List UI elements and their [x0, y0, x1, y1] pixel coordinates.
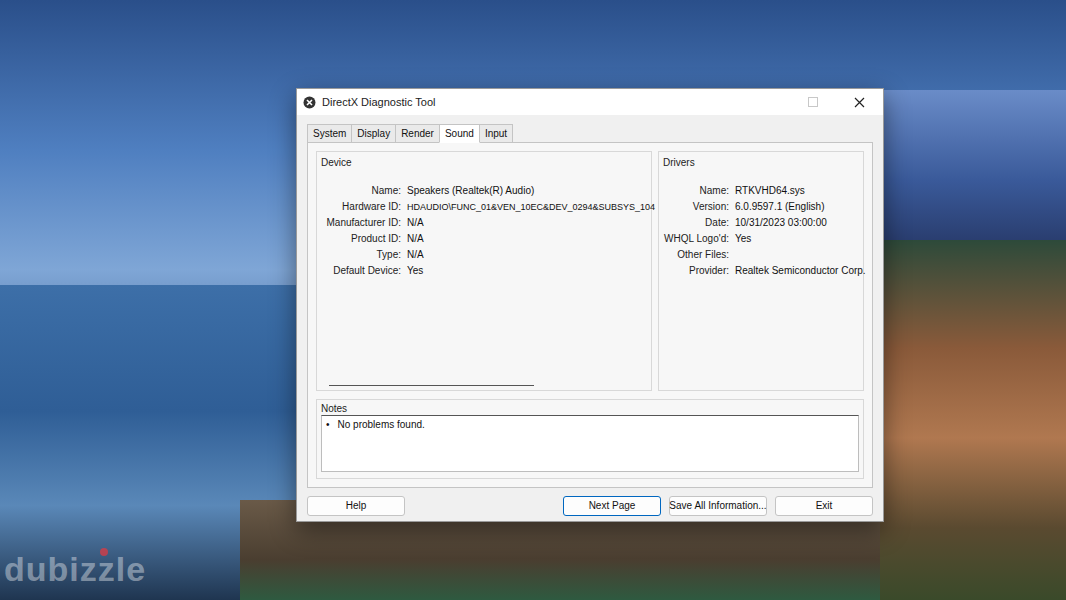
device-fields: Name:Speakers (Realtek(R) Audio)Hardware…	[321, 183, 647, 279]
help-button[interactable]: Help	[307, 496, 405, 516]
field-label: Version:	[663, 199, 729, 215]
wallpaper-town	[860, 240, 1066, 600]
field-value: 10/31/2023 03:00:00	[735, 215, 827, 231]
field-label: Manufacturer ID:	[321, 215, 401, 231]
field-value: N/A	[407, 215, 424, 231]
tab[interactable]: Input	[479, 124, 513, 143]
drivers-fields: Name: RTKVHD64.sys Version: 6.0.9597.1 (Eng…	[663, 183, 859, 279]
field-value: Speakers (Realtek(R) Audio)	[407, 183, 534, 199]
field-row: Default Device: Yes	[321, 263, 647, 279]
field-label: Date:	[663, 215, 729, 231]
field-label: Hardware ID:	[321, 199, 401, 215]
field-label: Name:	[321, 183, 401, 199]
field-label: Type:	[321, 247, 401, 263]
tab-panel: DeviceName:Speakers (Realtek(R) Audio)Ha…	[307, 142, 873, 488]
notes-group: Notes • No problems found.	[316, 399, 864, 479]
field-value: N/A	[407, 247, 424, 263]
tab[interactable]: System	[307, 124, 352, 143]
field-row: Version: 6.0.9597.1 (English)	[663, 199, 859, 215]
note-bullet: •	[326, 418, 330, 432]
field-value: Realtek Semiconductor Corp.	[735, 263, 866, 279]
group-title: Drivers	[663, 156, 859, 169]
dxdiag-window: DirectX Diagnostic Tool SystemDisplayRend…	[296, 88, 884, 522]
field-label: Other Files:	[663, 247, 729, 263]
action-buttons: Next Page Save All Information... Exit	[563, 496, 873, 516]
field-row: Provider:Realtek Semiconductor Corp.	[663, 263, 859, 279]
button-row: Help Next Page Save All Information... Exit	[307, 496, 873, 516]
note-item: • No problems found.	[326, 418, 854, 432]
title-bar: DirectX Diagnostic Tool	[297, 89, 883, 115]
note-text: No problems found.	[338, 418, 425, 432]
exit-button[interactable]: Exit	[775, 496, 873, 516]
device-group: DeviceName:Speakers (Realtek(R) Audio)Ha…	[316, 151, 652, 391]
field-value: Yes	[735, 231, 751, 247]
field-row: WHQL Logo'd: Yes	[663, 231, 859, 247]
field-value: N/A	[407, 231, 424, 247]
field-row: Product ID: N/A	[321, 231, 647, 247]
watermark-text: dubizzle	[4, 548, 146, 590]
drivers-group: Drivers Name: RTKVHD64.sys Version: 6.0.9597…	[658, 151, 864, 391]
field-label: Default Device:	[321, 263, 401, 279]
field-row: Name: RTKVHD64.sys	[663, 183, 859, 199]
field-label: Name:	[663, 183, 729, 199]
field-row: Type: N/A	[321, 247, 647, 263]
field-row: Name: Speakers (Realtek(R) Audio)	[321, 183, 647, 199]
group-title: Device	[321, 156, 647, 169]
directx-icon	[303, 96, 316, 109]
next-page-button[interactable]: Next Page	[563, 496, 661, 516]
field-label: WHQL Logo'd:	[663, 231, 729, 247]
info-groups: DeviceName:Speakers (Realtek(R) Audio)Ha…	[316, 151, 864, 391]
field-row: Date: 10/31/2023 03:00:00	[663, 215, 859, 231]
field-value: Yes	[407, 263, 423, 279]
field-row: Manufacturer ID: N/A	[321, 215, 647, 231]
field-value: HDAUDIO\FUNC_01&VEN_10EC&DEV_0294&SUBSYS…	[407, 199, 655, 215]
save-all-button[interactable]: Save All Information...	[669, 496, 767, 516]
tab-strip: SystemDisplayRenderSoundInput	[307, 125, 873, 143]
field-row: Other Files:	[663, 247, 859, 263]
tab[interactable]: Sound	[439, 124, 480, 143]
field-value: 6.0.9597.1 (English)	[735, 199, 825, 215]
field-label: Product ID:	[321, 231, 401, 247]
wallpaper-clouds	[860, 90, 1066, 240]
notes-box: • No problems found.	[321, 415, 859, 472]
window-title: DirectX Diagnostic Tool	[322, 95, 436, 109]
maximize-button[interactable]	[793, 91, 833, 113]
field-row: Hardware ID:HDAUDIO\FUNC_01&VEN_10EC&DEV…	[321, 199, 647, 215]
tab[interactable]: Render	[395, 124, 440, 143]
close-button[interactable]	[839, 91, 879, 113]
horizontal-scrollbar[interactable]	[329, 378, 534, 386]
tab[interactable]: Display	[351, 124, 396, 143]
watermark-icon	[100, 548, 108, 556]
field-label: Provider:	[663, 263, 729, 279]
desktop: DirectX Diagnostic Tool SystemDisplayRend…	[0, 0, 1066, 600]
watermark: dubizzle	[4, 548, 146, 590]
group-title: Notes	[321, 402, 859, 415]
window-body: SystemDisplayRenderSoundInput Device Name:…	[297, 115, 883, 521]
field-value: RTKVHD64.sys	[735, 183, 805, 199]
